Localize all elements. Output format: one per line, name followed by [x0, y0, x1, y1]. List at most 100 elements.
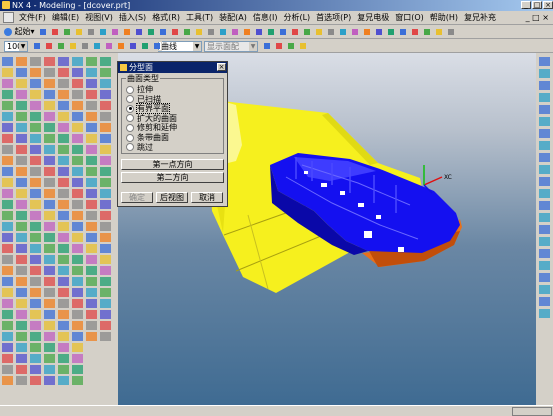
palette-tool-icon[interactable] [539, 213, 550, 222]
palette-tool-icon[interactable] [72, 68, 83, 77]
palette-tool-icon[interactable] [30, 277, 41, 286]
palette-tool-icon[interactable] [30, 343, 41, 352]
palette-tool-icon[interactable] [44, 134, 55, 143]
palette-tool-icon[interactable] [86, 90, 97, 99]
palette-tool-icon[interactable] [30, 200, 41, 209]
palette-tool-icon[interactable] [72, 79, 83, 88]
palette-tool-icon[interactable] [539, 273, 550, 282]
palette-tool-icon[interactable] [44, 233, 55, 242]
palette-tool-icon[interactable] [72, 244, 83, 253]
close-button[interactable]: × [543, 1, 553, 9]
palette-tool-icon[interactable] [58, 211, 69, 220]
palette-tool-icon[interactable] [58, 365, 69, 374]
palette-tool-icon[interactable] [86, 332, 97, 341]
toolbar-tool-icon[interactable] [32, 41, 42, 51]
palette-tool-icon[interactable] [44, 343, 55, 352]
palette-tool-icon[interactable] [16, 299, 27, 308]
toolbar-tool-icon[interactable] [134, 27, 144, 37]
toolbar-tool-icon[interactable] [140, 41, 150, 51]
menu-item[interactable]: 窗口(O) [392, 11, 427, 24]
palette-tool-icon[interactable] [44, 68, 55, 77]
palette-tool-icon[interactable] [16, 255, 27, 264]
toolbar-tool-icon[interactable] [362, 27, 372, 37]
palette-tool-icon[interactable] [30, 310, 41, 319]
palette-tool-icon[interactable] [16, 277, 27, 286]
palette-tool-icon[interactable] [2, 255, 13, 264]
toolbar-tool-icon[interactable] [146, 27, 156, 37]
document-icon[interactable] [3, 12, 14, 23]
menu-item[interactable]: 视图(V) [82, 11, 116, 24]
palette-tool-icon[interactable] [72, 365, 83, 374]
palette-tool-icon[interactable] [2, 189, 13, 198]
toolbar-tool-icon[interactable] [298, 41, 308, 51]
palette-tool-icon[interactable] [2, 332, 13, 341]
palette-tool-icon[interactable] [30, 332, 41, 341]
toolbar-tool-icon[interactable] [44, 41, 54, 51]
palette-tool-icon[interactable] [539, 105, 550, 114]
palette-tool-icon[interactable] [100, 189, 111, 198]
palette-tool-icon[interactable] [539, 69, 550, 78]
menu-item[interactable]: 复兄电极 [354, 11, 392, 24]
palette-tool-icon[interactable] [72, 266, 83, 275]
palette-tool-icon[interactable] [72, 101, 83, 110]
palette-tool-icon[interactable] [58, 244, 69, 253]
palette-tool-icon[interactable] [72, 123, 83, 132]
palette-tool-icon[interactable] [58, 255, 69, 264]
palette-tool-icon[interactable] [100, 200, 111, 209]
palette-tool-icon[interactable] [72, 112, 83, 121]
palette-tool-icon[interactable] [100, 167, 111, 176]
palette-tool-icon[interactable] [2, 244, 13, 253]
palette-tool-icon[interactable] [100, 156, 111, 165]
palette-tool-icon[interactable] [86, 101, 97, 110]
palette-tool-icon[interactable] [16, 178, 27, 187]
toolbar-tool-icon[interactable] [170, 27, 180, 37]
palette-tool-icon[interactable] [16, 156, 27, 165]
toolbar-tool-icon[interactable] [350, 27, 360, 37]
palette-tool-icon[interactable] [539, 285, 550, 294]
palette-tool-icon[interactable] [86, 167, 97, 176]
palette-tool-icon[interactable] [58, 310, 69, 319]
palette-tool-icon[interactable] [44, 277, 55, 286]
palette-tool-icon[interactable] [58, 332, 69, 341]
minimize-button[interactable]: _ [521, 1, 531, 9]
palette-tool-icon[interactable] [86, 57, 97, 66]
palette-tool-icon[interactable] [16, 200, 27, 209]
palette-tool-icon[interactable] [2, 233, 13, 242]
palette-tool-icon[interactable] [16, 244, 27, 253]
palette-tool-icon[interactable] [58, 288, 69, 297]
toolbar-tool-icon[interactable] [104, 41, 114, 51]
palette-tool-icon[interactable] [2, 354, 13, 363]
display-combo[interactable]: 显示面配 ▼ [204, 41, 258, 52]
palette-tool-icon[interactable] [72, 277, 83, 286]
palette-tool-icon[interactable] [2, 222, 13, 231]
palette-tool-icon[interactable] [72, 57, 83, 66]
menu-item[interactable]: 首选项(P) [313, 11, 354, 24]
palette-tool-icon[interactable] [72, 145, 83, 154]
palette-tool-icon[interactable] [100, 288, 111, 297]
toolbar-tool-icon[interactable] [86, 27, 96, 37]
surface-type-option[interactable]: 跳过 [126, 143, 153, 153]
zoom-combo[interactable]: 100 ▼ [4, 41, 28, 52]
palette-tool-icon[interactable] [2, 321, 13, 330]
palette-tool-icon[interactable] [58, 101, 69, 110]
menu-item[interactable]: 工具(T) [183, 11, 216, 24]
palette-tool-icon[interactable] [72, 90, 83, 99]
palette-tool-icon[interactable] [539, 225, 550, 234]
palette-tool-icon[interactable] [86, 211, 97, 220]
palette-tool-icon[interactable] [30, 266, 41, 275]
palette-tool-icon[interactable] [86, 112, 97, 121]
dialog-close-button[interactable]: × [217, 63, 226, 71]
palette-tool-icon[interactable] [72, 134, 83, 143]
toolbar-tool-icon[interactable] [98, 27, 108, 37]
palette-tool-icon[interactable] [539, 57, 550, 66]
menu-item[interactable]: 插入(S) [116, 11, 149, 24]
palette-tool-icon[interactable] [2, 112, 13, 121]
palette-tool-icon[interactable] [2, 299, 13, 308]
toolbar-tool-icon[interactable] [274, 41, 284, 51]
palette-tool-icon[interactable] [100, 134, 111, 143]
palette-tool-icon[interactable] [44, 211, 55, 220]
palette-tool-icon[interactable] [16, 310, 27, 319]
palette-tool-icon[interactable] [30, 233, 41, 242]
palette-tool-icon[interactable] [100, 112, 111, 121]
palette-tool-icon[interactable] [30, 68, 41, 77]
